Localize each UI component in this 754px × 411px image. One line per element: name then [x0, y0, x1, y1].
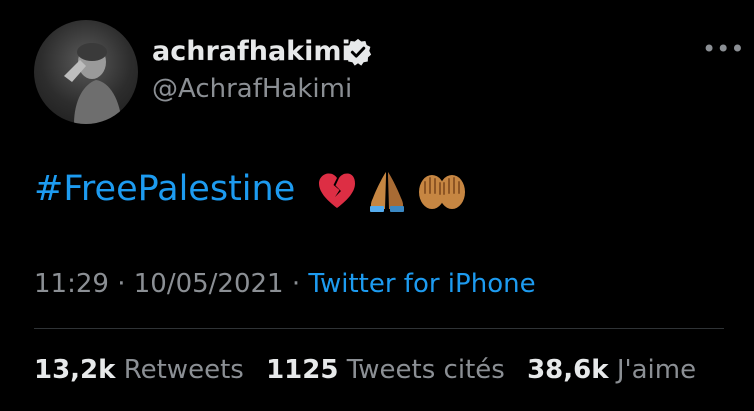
- folded-hands-icon: [370, 172, 404, 212]
- quote-tweets-label: Tweets cités: [346, 355, 505, 385]
- broken-heart-icon: [319, 173, 355, 208]
- quote-tweets-stat[interactable]: 1125 Tweets cités: [266, 355, 505, 385]
- tweet-stats: 13,2k Retweets 1125 Tweets cités 38,6k J…: [34, 357, 710, 383]
- verified-badge-icon: [344, 38, 372, 66]
- divider: [34, 328, 724, 329]
- retweets-count: 13,2k: [34, 355, 116, 385]
- palms-up-together-icon: [419, 175, 465, 209]
- likes-label: J'aime: [616, 355, 697, 385]
- retweets-label: Retweets: [123, 355, 244, 385]
- quote-tweets-count: 1125: [266, 355, 339, 385]
- likes-count: 38,6k: [527, 355, 609, 385]
- avatar-photo: [64, 43, 122, 124]
- tweet-meta: 11:29 · 10/05/2021 · Twitter for iPhone: [34, 271, 536, 297]
- more-options-icon[interactable]: •••: [702, 37, 744, 61]
- avatar[interactable]: [34, 20, 138, 124]
- meta-separator: ·: [291, 269, 301, 299]
- user-handle[interactable]: @AchrafHakimi: [152, 76, 352, 102]
- likes-stat[interactable]: 38,6k J'aime: [527, 355, 696, 385]
- tweet-date[interactable]: 10/05/2021: [134, 269, 284, 299]
- tweet-source-link[interactable]: Twitter for iPhone: [308, 269, 535, 299]
- tweet-emojis: [316, 168, 468, 214]
- tweet-time[interactable]: 11:29: [34, 269, 109, 299]
- meta-separator: ·: [117, 269, 126, 299]
- retweets-stat[interactable]: 13,2k Retweets: [34, 355, 244, 385]
- display-name[interactable]: achrafhakimi: [152, 38, 351, 65]
- hashtag-link[interactable]: #FreePalestine: [34, 169, 295, 209]
- tweet-text: #FreePalestine: [34, 172, 295, 207]
